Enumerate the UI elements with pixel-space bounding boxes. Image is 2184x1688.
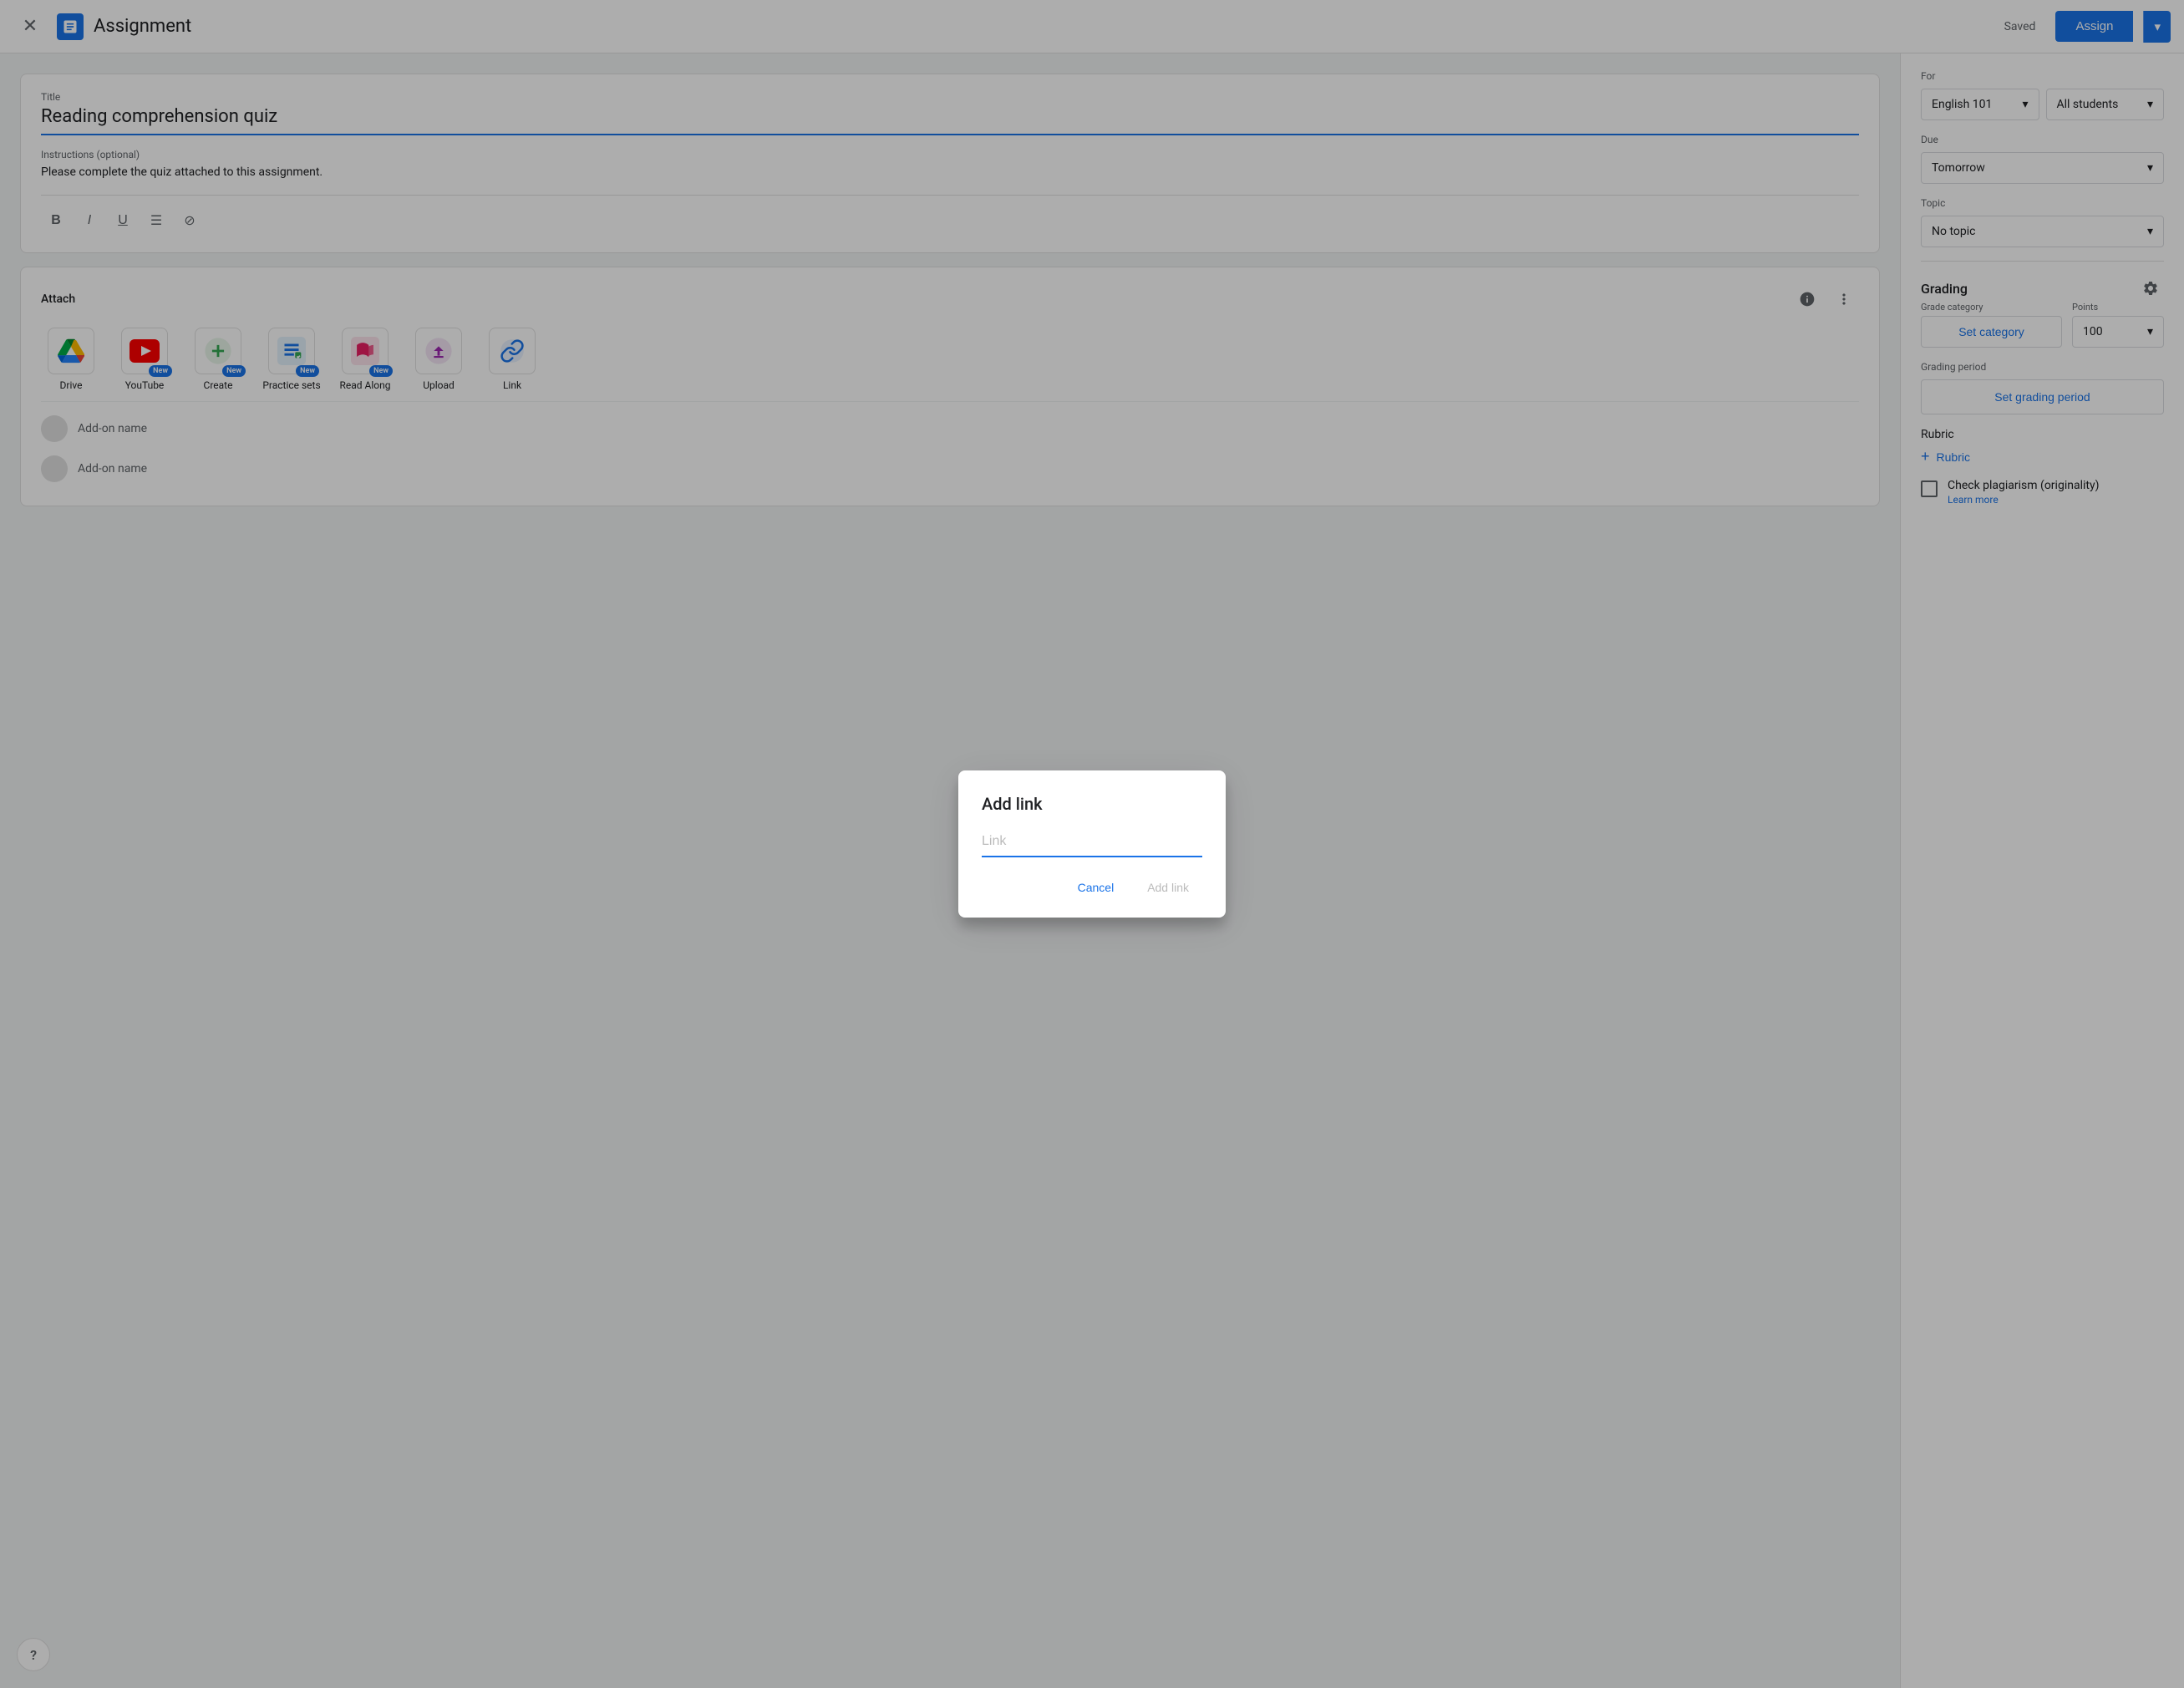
dialog-input-wrap bbox=[982, 831, 1202, 857]
dialog-actions: Cancel Add link bbox=[982, 874, 1202, 901]
cancel-button[interactable]: Cancel bbox=[1064, 874, 1128, 901]
dialog-title: Add link bbox=[982, 794, 1202, 814]
link-input[interactable] bbox=[982, 831, 1202, 856]
add-link-button[interactable]: Add link bbox=[1134, 874, 1202, 901]
add-link-dialog: Add link Cancel Add link bbox=[958, 770, 1226, 918]
dialog-overlay[interactable]: Add link Cancel Add link bbox=[0, 0, 2184, 1688]
